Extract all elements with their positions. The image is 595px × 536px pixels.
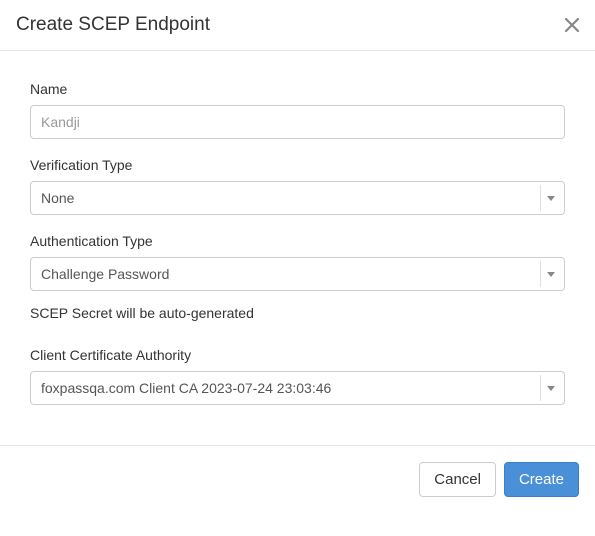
verification-type-group: Verification Type None (30, 157, 565, 215)
create-button[interactable]: Create (504, 462, 579, 497)
authentication-type-select[interactable]: Challenge Password (30, 257, 565, 291)
name-label: Name (30, 81, 565, 97)
authentication-type-label: Authentication Type (30, 233, 565, 249)
verification-type-value: None (41, 190, 74, 206)
modal-title: Create SCEP Endpoint (16, 14, 210, 36)
verification-type-select[interactable]: None (30, 181, 565, 215)
caret-down-icon (540, 375, 560, 401)
client-ca-select[interactable]: foxpassqa.com Client CA 2023-07-24 23:03… (30, 371, 565, 405)
authentication-type-group: Authentication Type Challenge Password S… (30, 233, 565, 321)
client-ca-group: Client Certificate Authority foxpassqa.c… (30, 347, 565, 405)
close-icon (565, 18, 579, 32)
verification-type-label: Verification Type (30, 157, 565, 173)
cancel-button[interactable]: Cancel (419, 462, 496, 497)
client-ca-value: foxpassqa.com Client CA 2023-07-24 23:03… (41, 380, 331, 396)
authentication-type-value: Challenge Password (41, 266, 169, 282)
modal-body: Name Verification Type None Authenticati… (0, 51, 595, 435)
client-ca-label: Client Certificate Authority (30, 347, 565, 363)
name-group: Name (30, 81, 565, 139)
caret-down-icon (540, 185, 560, 211)
close-button[interactable] (565, 18, 579, 32)
modal-header: Create SCEP Endpoint (0, 0, 595, 51)
caret-down-icon (540, 261, 560, 287)
modal-footer: Cancel Create (0, 445, 595, 513)
authentication-type-help: SCEP Secret will be auto-generated (30, 305, 565, 321)
create-scep-endpoint-modal: Create SCEP Endpoint Name Verification T… (0, 0, 595, 513)
name-input[interactable] (30, 105, 565, 139)
